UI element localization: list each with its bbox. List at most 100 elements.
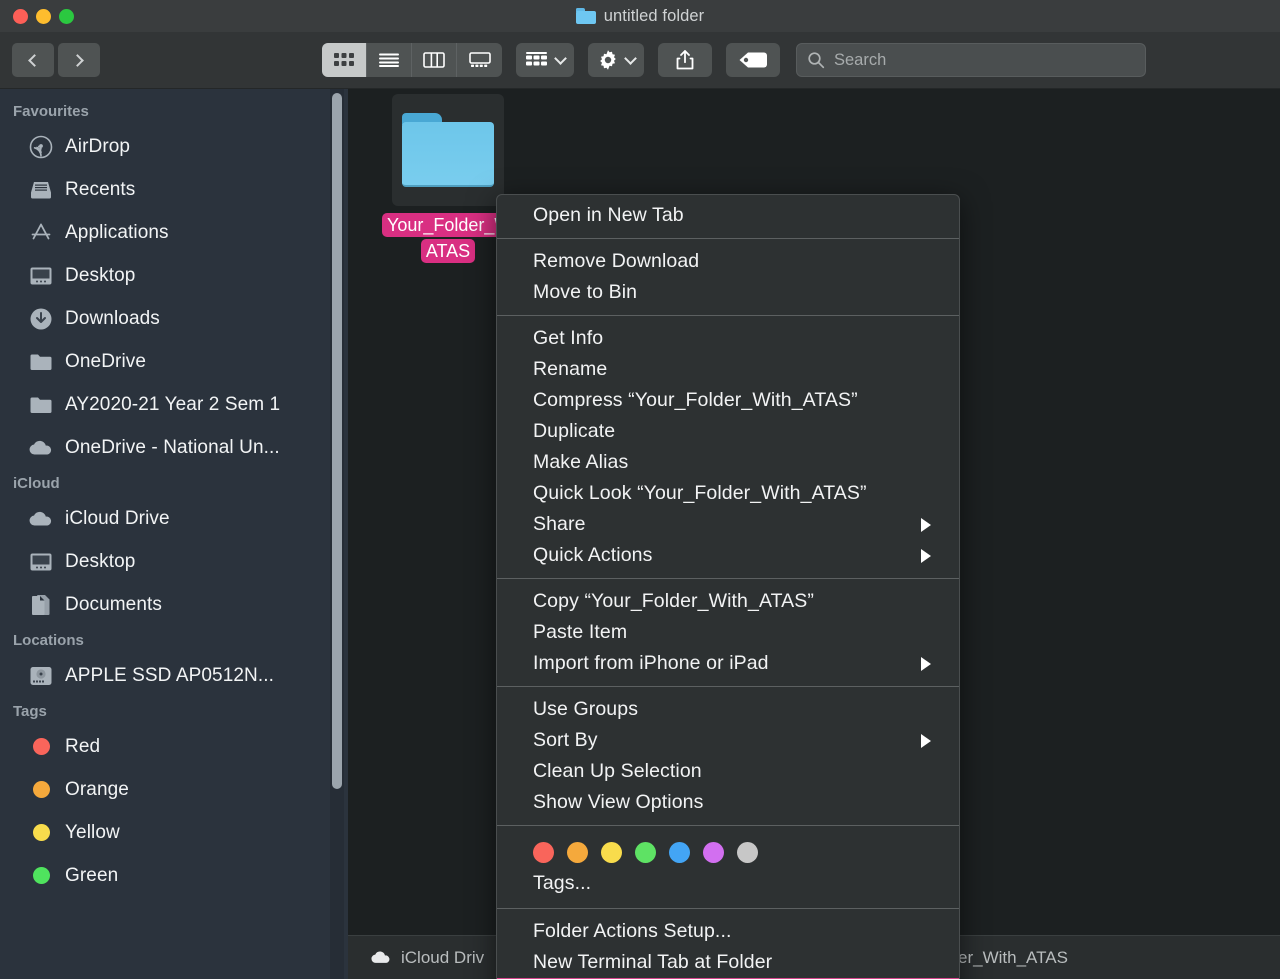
sidebar-item-apple-ssd[interactable]: APPLE SSD AP0512N...: [0, 654, 348, 697]
sidebar-item-tag-yellow[interactable]: Yellow: [0, 811, 348, 854]
sidebar-section-locations-header: Locations: [13, 632, 84, 649]
action-menu-button[interactable]: [588, 43, 644, 77]
forward-button[interactable]: [58, 43, 100, 77]
downloads-icon: [28, 306, 54, 332]
harddisk-icon: [28, 663, 54, 689]
icon-view-icon: [334, 53, 354, 66]
list-view-button[interactable]: [367, 43, 412, 77]
chevron-right-icon: [71, 53, 84, 67]
icon-view-button[interactable]: [322, 43, 367, 77]
menu-item-label: Import from iPhone or iPad: [533, 652, 769, 674]
cloud-icon: [28, 435, 54, 461]
menu-item-copy[interactable]: Copy “Your_Folder_With_ATAS”: [497, 586, 959, 617]
window-body: Favourites AirDrop Recents Applications …: [0, 89, 1280, 979]
sidebar-section-icloud-header: iCloud: [13, 475, 60, 492]
sidebar-item-label: Applications: [65, 221, 169, 243]
edit-tags-button[interactable]: [726, 43, 780, 77]
recents-icon: [28, 177, 54, 203]
sidebar-item-label: Desktop: [65, 550, 136, 572]
menu-item-move-to-bin[interactable]: Move to Bin: [497, 277, 959, 308]
share-icon: [676, 50, 694, 70]
menu-item-quick-look[interactable]: Quick Look “Your_Folder_With_ATAS”: [497, 478, 959, 509]
gallery-view-button[interactable]: [457, 43, 502, 77]
menu-item-use-groups[interactable]: Use Groups: [497, 694, 959, 725]
search-field[interactable]: Search: [796, 43, 1146, 77]
sidebar-item-label: OneDrive: [65, 350, 147, 372]
sidebar-item-label: Yellow: [65, 821, 120, 843]
sidebar-item-icloud-drive[interactable]: iCloud Drive: [0, 497, 348, 540]
sidebar-item-ay2020-21-year-2-sem-1[interactable]: AY2020-21 Year 2 Sem 1: [0, 383, 348, 426]
menu-item-open-in-new-tab[interactable]: Open in New Tab: [497, 200, 959, 231]
gear-icon: [600, 50, 616, 70]
menu-item-new-terminal-tab-at-folder[interactable]: New Terminal Tab at Folder: [497, 947, 959, 978]
context-menu[interactable]: Open in New Tab Remove Download Move to …: [496, 194, 960, 979]
sidebar-item-label: Desktop: [65, 264, 136, 286]
sidebar-item-recents[interactable]: Recents: [0, 168, 348, 211]
gallery-view-icon: [468, 52, 491, 67]
sidebar-item-applications[interactable]: Applications: [0, 211, 348, 254]
menu-item-show-view-options[interactable]: Show View Options: [497, 787, 959, 818]
menu-item-make-alias[interactable]: Make Alias: [497, 447, 959, 478]
menu-item-remove-download[interactable]: Remove Download: [497, 246, 959, 277]
sidebar-item-label: Green: [65, 864, 119, 886]
tag-swatch-red[interactable]: [533, 842, 554, 863]
tag-swatch-blue[interactable]: [669, 842, 690, 863]
sidebar-item-tag-red[interactable]: Red: [0, 725, 348, 768]
sidebar-item-onedrive[interactable]: OneDrive: [0, 340, 348, 383]
tag-swatch-yellow[interactable]: [601, 842, 622, 863]
sidebar-item-tag-green[interactable]: Green: [0, 854, 348, 897]
zoom-button[interactable]: [59, 8, 74, 24]
tag-swatch-orange[interactable]: [567, 842, 588, 863]
sidebar-item-airdrop[interactable]: AirDrop: [0, 125, 348, 168]
tag-dot-icon: [28, 777, 54, 803]
menu-item-get-info[interactable]: Get Info: [497, 323, 959, 354]
group-items-button[interactable]: [516, 43, 574, 77]
menu-item-clean-up-selection[interactable]: Clean Up Selection: [497, 756, 959, 787]
menu-item-duplicate[interactable]: Duplicate: [497, 416, 959, 447]
tag-dot-icon: [28, 734, 54, 760]
menu-separator: [497, 686, 959, 687]
sidebar-item-documents[interactable]: Documents: [0, 583, 348, 626]
chevron-down-icon: [624, 51, 637, 65]
submenu-arrow-icon: [921, 656, 931, 671]
sidebar-item-tag-orange[interactable]: Orange: [0, 768, 348, 811]
sidebar-item-downloads[interactable]: Downloads: [0, 297, 348, 340]
cloud-icon: [371, 951, 390, 963]
tag-swatch-gray[interactable]: [737, 842, 758, 863]
close-button[interactable]: [13, 8, 28, 24]
menu-item-rename[interactable]: Rename: [497, 354, 959, 385]
file-icon-item[interactable]: Your_Folder_W ATAS: [382, 94, 517, 264]
sidebar-item-icloud-desktop[interactable]: Desktop: [0, 540, 348, 583]
file-name-label[interactable]: Your_Folder_W ATAS: [382, 212, 517, 264]
menu-item-import-from-iphone-or-ipad[interactable]: Import from iPhone or iPad: [497, 648, 959, 679]
sidebar-item-label: OneDrive - National Un...: [65, 436, 280, 458]
sidebar-scrollbar[interactable]: [332, 93, 342, 789]
menu-item-quick-actions[interactable]: Quick Actions: [497, 540, 959, 571]
documents-icon: [28, 592, 54, 618]
submenu-arrow-icon: [921, 548, 931, 563]
status-trailing: er_With_ATAS: [958, 947, 1068, 967]
menu-item-share[interactable]: Share: [497, 509, 959, 540]
toolbar: Search: [0, 32, 1280, 89]
column-view-button[interactable]: [412, 43, 457, 77]
menu-item-paste-item[interactable]: Paste Item: [497, 617, 959, 648]
menu-item-tags[interactable]: Tags...: [497, 870, 959, 901]
folder-thumbnail[interactable]: [392, 94, 504, 206]
sidebar-section-tags-header: Tags: [13, 703, 47, 720]
search-placeholder: Search: [834, 50, 887, 69]
sidebar-item-label: Documents: [65, 593, 162, 615]
minimize-button[interactable]: [36, 8, 51, 24]
menu-item-compress[interactable]: Compress “Your_Folder_With_ATAS”: [497, 385, 959, 416]
sidebar-item-onedrive-national-un[interactable]: OneDrive - National Un...: [0, 426, 348, 469]
submenu-arrow-icon: [921, 517, 931, 532]
back-button[interactable]: [12, 43, 54, 77]
desktop-icon: [28, 549, 54, 575]
tag-swatch-green[interactable]: [635, 842, 656, 863]
menu-item-folder-actions-setup[interactable]: Folder Actions Setup...: [497, 916, 959, 947]
finder-window: untitled folder Search Favourites AirDro…: [0, 0, 1280, 979]
cloud-icon: [28, 506, 54, 532]
tag-swatch-purple[interactable]: [703, 842, 724, 863]
share-button[interactable]: [658, 43, 712, 77]
sidebar-item-desktop[interactable]: Desktop: [0, 254, 348, 297]
menu-item-sort-by[interactable]: Sort By: [497, 725, 959, 756]
